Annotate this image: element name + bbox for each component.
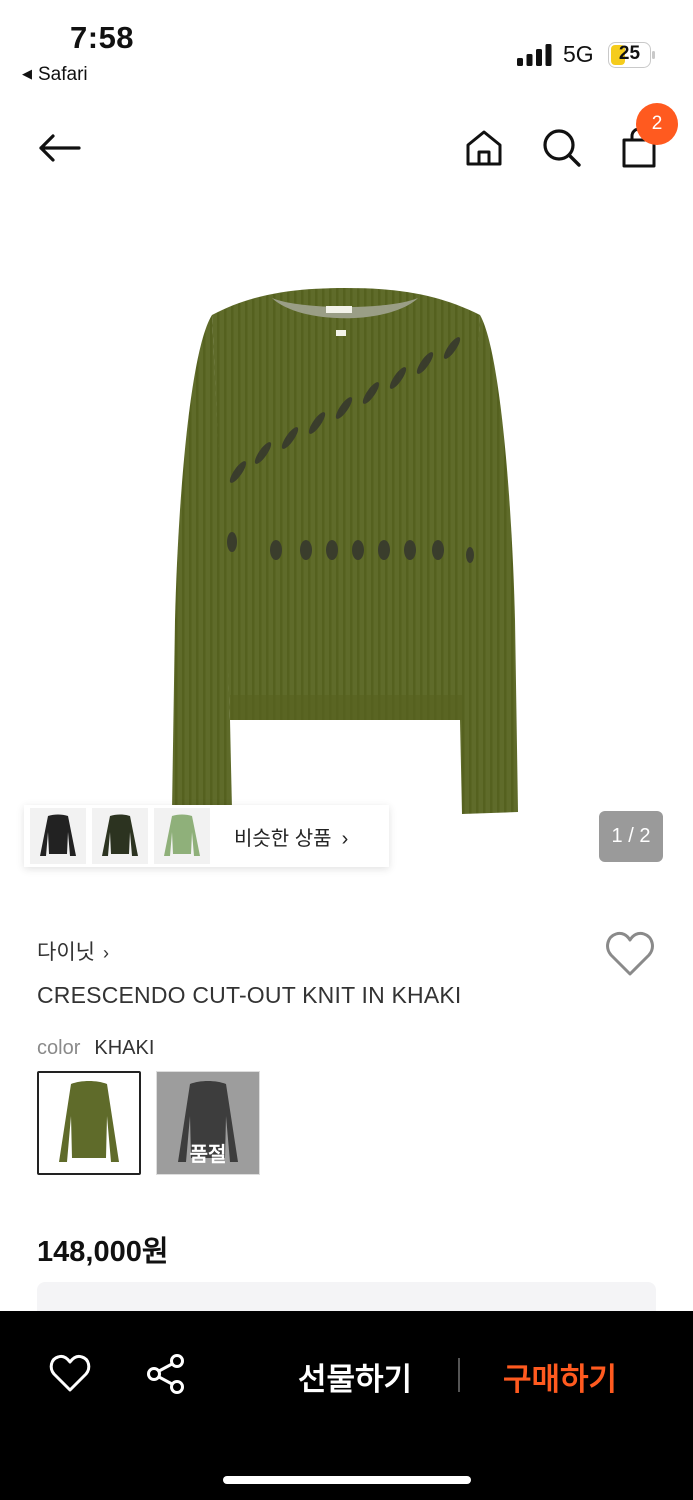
cellular-signal-icon — [517, 44, 552, 66]
chevron-right-icon: › — [102, 943, 109, 963]
similar-products-bar[interactable]: 비슷한 상품 › — [24, 805, 389, 867]
cart-count-badge: 2 — [636, 103, 678, 145]
gift-button[interactable]: 선물하기 — [298, 1354, 412, 1399]
network-type: 5G — [563, 41, 594, 67]
back-triangle-icon: ◀ — [22, 66, 32, 81]
similar-products-label[interactable]: 비슷한 상품 › — [234, 822, 348, 851]
sold-out-label: 품절 — [189, 1144, 227, 1166]
back-to-app[interactable]: ◀ Safari — [22, 64, 88, 86]
similar-thumb-black[interactable] — [30, 808, 86, 864]
battery-icon: 25 — [608, 42, 656, 68]
product-price: 148,000원 — [37, 1236, 169, 1268]
home-icon[interactable] — [461, 125, 507, 171]
bottom-action-bar — [0, 1311, 693, 1500]
similar-products-text: 비슷한 상품 — [234, 827, 332, 850]
heart-icon[interactable] — [48, 1352, 92, 1396]
color-label: color — [37, 1037, 81, 1059]
brand-name: 다이닛 — [37, 941, 95, 964]
color-value: KHAKI — [94, 1037, 155, 1059]
similar-thumb-light-green[interactable] — [154, 808, 210, 864]
home-indicator[interactable] — [223, 1476, 471, 1484]
color-option-row: color KHAKI — [37, 1037, 154, 1060]
button-divider — [458, 1358, 460, 1392]
search-icon[interactable] — [539, 125, 585, 171]
product-title: CRESCENDO CUT-OUT KNIT IN KHAKI — [37, 982, 462, 1008]
heart-icon[interactable] — [604, 930, 656, 978]
image-page-indicator: 1 / 2 — [599, 811, 663, 862]
back-app-label: Safari — [38, 64, 88, 85]
buy-button[interactable]: 구매하기 — [503, 1354, 617, 1399]
similar-thumb-dark-green[interactable] — [92, 808, 148, 864]
brand-link[interactable]: 다이닛 › — [37, 936, 109, 966]
status-time: 7:58 — [70, 20, 135, 55]
chevron-right-icon: › — [341, 827, 349, 850]
battery-level: 25 — [618, 43, 641, 64]
back-arrow-icon[interactable] — [36, 125, 82, 171]
product-image[interactable] — [0, 200, 693, 840]
color-swatch-khaki[interactable] — [37, 1071, 141, 1175]
color-swatch-charcoal[interactable]: 품절 — [156, 1071, 260, 1175]
share-icon[interactable] — [144, 1352, 188, 1396]
